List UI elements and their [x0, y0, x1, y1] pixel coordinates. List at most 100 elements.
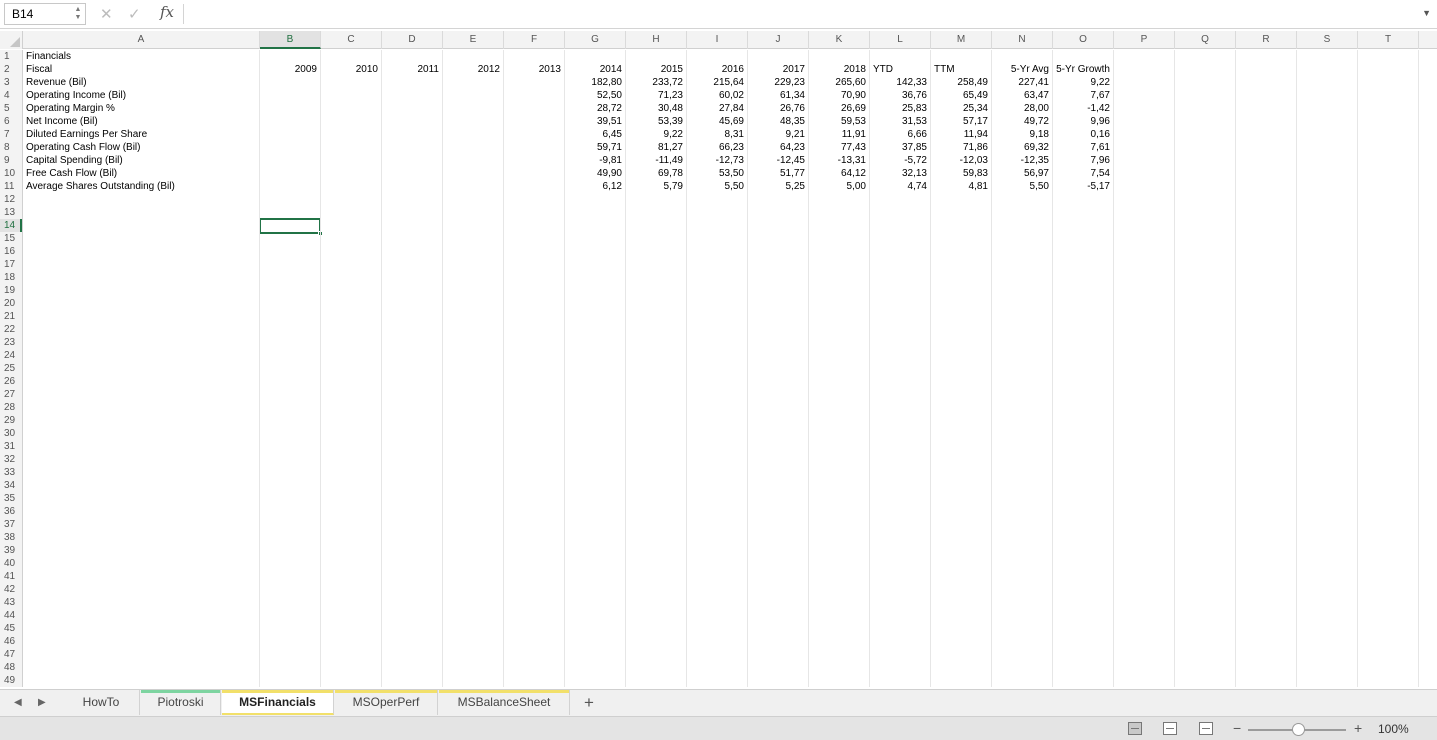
row-header[interactable]: 13	[0, 206, 22, 219]
cell-h11[interactable]: 5,79	[626, 180, 687, 193]
cell-n3[interactable]: 227,41	[992, 76, 1053, 89]
cell-h10[interactable]: 69,78	[626, 167, 687, 180]
row-header[interactable]: 8	[0, 141, 22, 154]
column-header-m[interactable]: M	[931, 31, 992, 49]
row-header[interactable]: 30	[0, 427, 22, 440]
cell-l11[interactable]: 4,74	[870, 180, 931, 193]
row-header[interactable]: 42	[0, 583, 22, 596]
row-header[interactable]: 16	[0, 245, 22, 258]
cell-a1[interactable]: Financials	[23, 50, 260, 63]
row-header[interactable]: 29	[0, 414, 22, 427]
zoom-out-button[interactable]: −	[1233, 720, 1241, 736]
cell-a10[interactable]: Free Cash Flow (Bil)	[23, 167, 260, 180]
cell-o9[interactable]: 7,96	[1053, 154, 1114, 167]
column-header-g[interactable]: G	[565, 31, 626, 49]
row-header[interactable]: 40	[0, 557, 22, 570]
cell-l4[interactable]: 36,76	[870, 89, 931, 102]
cell-i5[interactable]: 27,84	[687, 102, 748, 115]
row-header[interactable]: 6	[0, 115, 22, 128]
cell-h6[interactable]: 53,39	[626, 115, 687, 128]
row-header[interactable]: 45	[0, 622, 22, 635]
row-header[interactable]: 36	[0, 505, 22, 518]
cell-j8[interactable]: 64,23	[748, 141, 809, 154]
cell-o8[interactable]: 7,61	[1053, 141, 1114, 154]
cell-h8[interactable]: 81,27	[626, 141, 687, 154]
row-header[interactable]: 5	[0, 102, 22, 115]
cell-j2[interactable]: 2017	[748, 63, 809, 76]
zoom-slider-thumb[interactable]	[1292, 723, 1305, 736]
cell-g5[interactable]: 28,72	[565, 102, 626, 115]
cell-o2[interactable]: 5-Yr Growth	[1053, 63, 1114, 76]
row-header[interactable]: 24	[0, 349, 22, 362]
column-header-f[interactable]: F	[504, 31, 565, 49]
column-header-l[interactable]: L	[870, 31, 931, 49]
cell-l7[interactable]: 6,66	[870, 128, 931, 141]
select-all-button[interactable]	[0, 31, 23, 49]
cell-g9[interactable]: -9,81	[565, 154, 626, 167]
cell-l3[interactable]: 142,33	[870, 76, 931, 89]
row-header[interactable]: 22	[0, 323, 22, 336]
row-header[interactable]: 44	[0, 609, 22, 622]
cell-d2[interactable]: 2011	[382, 63, 443, 76]
cell-k2[interactable]: 2018	[809, 63, 870, 76]
cell-o4[interactable]: 7,67	[1053, 89, 1114, 102]
cell-j9[interactable]: -12,45	[748, 154, 809, 167]
cell-m11[interactable]: 4,81	[931, 180, 992, 193]
cell-m7[interactable]: 11,94	[931, 128, 992, 141]
cell-a2[interactable]: Fiscal	[23, 63, 260, 76]
row-header[interactable]: 14	[0, 219, 22, 232]
cell-m4[interactable]: 65,49	[931, 89, 992, 102]
cell-k3[interactable]: 265,60	[809, 76, 870, 89]
cell-h5[interactable]: 30,48	[626, 102, 687, 115]
row-header[interactable]: 35	[0, 492, 22, 505]
cell-n7[interactable]: 9,18	[992, 128, 1053, 141]
name-box[interactable]: B14 ▲ ▼	[4, 3, 86, 25]
row-header[interactable]: 43	[0, 596, 22, 609]
cell-h7[interactable]: 9,22	[626, 128, 687, 141]
cell-j3[interactable]: 229,23	[748, 76, 809, 89]
row-header[interactable]: 32	[0, 453, 22, 466]
cell-a4[interactable]: Operating Income (Bil)	[23, 89, 260, 102]
cell-j10[interactable]: 51,77	[748, 167, 809, 180]
cell-l10[interactable]: 32,13	[870, 167, 931, 180]
row-header[interactable]: 12	[0, 193, 22, 206]
cell-n9[interactable]: -12,35	[992, 154, 1053, 167]
column-header-j[interactable]: J	[748, 31, 809, 49]
row-header[interactable]: 39	[0, 544, 22, 557]
scroll-tabs-left-icon[interactable]: ◀	[14, 697, 22, 708]
tab-piotroski[interactable]: Piotroski	[141, 690, 221, 715]
cell-k9[interactable]: -13,31	[809, 154, 870, 167]
cell-m6[interactable]: 57,17	[931, 115, 992, 128]
row-header[interactable]: 34	[0, 479, 22, 492]
row-header[interactable]: 10	[0, 167, 22, 180]
row-header[interactable]: 27	[0, 388, 22, 401]
row-header[interactable]: 11	[0, 180, 22, 193]
cell-k4[interactable]: 70,90	[809, 89, 870, 102]
worksheet-grid[interactable]: ABCDEFGHIJKLMNOPQRST 1 2 3 4 5 6 7 8 9 10 11 12 13 14…	[0, 31, 1437, 689]
row-header[interactable]: 31	[0, 440, 22, 453]
cell-k6[interactable]: 59,53	[809, 115, 870, 128]
cell-o5[interactable]: -1,42	[1053, 102, 1114, 115]
row-header[interactable]: 48	[0, 661, 22, 674]
cell-a5[interactable]: Operating Margin %	[23, 102, 260, 115]
cell-o6[interactable]: 9,96	[1053, 115, 1114, 128]
cell-n5[interactable]: 28,00	[992, 102, 1053, 115]
normal-view-icon[interactable]	[1128, 722, 1142, 735]
tab-msfinancials[interactable]: MSFinancials	[222, 690, 334, 715]
column-header-o[interactable]: O	[1053, 31, 1114, 49]
cell-j5[interactable]: 26,76	[748, 102, 809, 115]
row-header[interactable]: 17	[0, 258, 22, 271]
row-header[interactable]: 41	[0, 570, 22, 583]
cell-n11[interactable]: 5,50	[992, 180, 1053, 193]
add-sheet-button[interactable]: +	[584, 693, 594, 713]
cell-h9[interactable]: -11,49	[626, 154, 687, 167]
column-header-e[interactable]: E	[443, 31, 504, 49]
cell-l6[interactable]: 31,53	[870, 115, 931, 128]
column-header-t[interactable]: T	[1358, 31, 1419, 49]
cell-n6[interactable]: 49,72	[992, 115, 1053, 128]
column-header-n[interactable]: N	[992, 31, 1053, 49]
cell-g10[interactable]: 49,90	[565, 167, 626, 180]
cell-i11[interactable]: 5,50	[687, 180, 748, 193]
cell-a8[interactable]: Operating Cash Flow (Bil)	[23, 141, 260, 154]
row-header[interactable]: 4	[0, 89, 22, 102]
